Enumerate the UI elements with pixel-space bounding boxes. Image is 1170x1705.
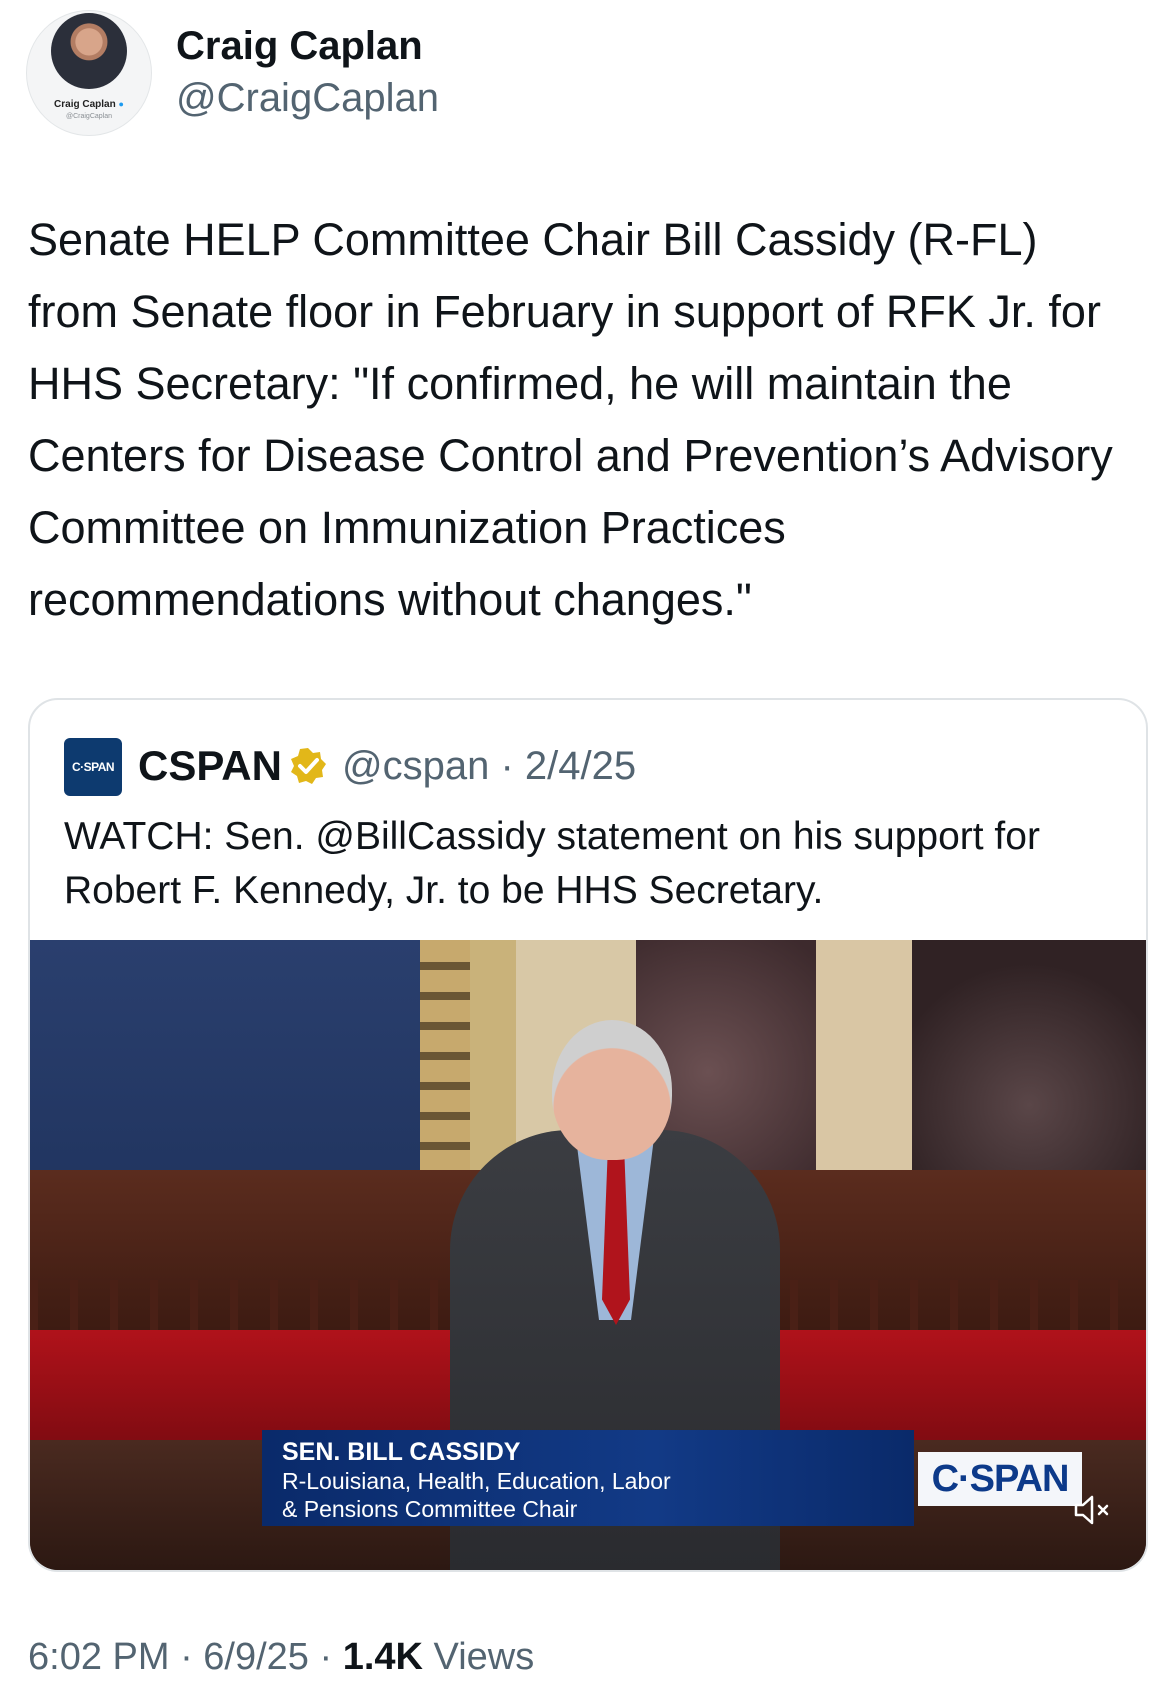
quoted-author-name[interactable]: CSPAN: [138, 742, 282, 790]
avatar-caption-name: Craig Caplan ●: [54, 99, 124, 110]
cspan-logo-bug: C·SPAN: [918, 1452, 1082, 1506]
avatar-caption-handle: @CraigCaplan: [65, 113, 113, 120]
cspan-avatar[interactable]: C·SPAN: [64, 738, 122, 796]
quoted-handle-date: @cspan · 2/4/25: [342, 744, 637, 788]
timestamp[interactable]: 6:02 PM · 6/9/25 ·: [28, 1636, 343, 1678]
quoted-tweet-card[interactable]: C·SPAN CSPAN @cspan · 2/4/25 WATCH: Sen.…: [28, 698, 1148, 1572]
video-player[interactable]: SEN. BILL CASSIDY R-Louisiana, Health, E…: [30, 940, 1146, 1570]
author-handle[interactable]: @CraigCaplan: [176, 76, 439, 121]
gold-verified-badge-icon: [291, 748, 326, 784]
views-count: 1.4K: [342, 1636, 423, 1678]
lower-third-title-line2: & Pensions Committee Chair: [282, 1496, 578, 1522]
video-bg-wall: [30, 940, 420, 1190]
video-lower-third: SEN. BILL CASSIDY R-Louisiana, Health, E…: [262, 1430, 914, 1526]
author-avatar[interactable]: Craig Caplan ● @CraigCaplan: [26, 10, 152, 136]
lower-third-title-line1: R-Louisiana, Health, Education, Labor: [282, 1468, 671, 1494]
mute-button[interactable]: [1064, 1488, 1120, 1532]
speaker-muted-icon: [1074, 1495, 1109, 1525]
video-bg-column: [470, 940, 516, 1170]
video-bg-greek-key: [420, 940, 470, 1170]
views-label: Views: [423, 1636, 535, 1678]
lower-third-name: SEN. BILL CASSIDY: [282, 1438, 521, 1466]
mini-verified-icon: ●: [118, 99, 124, 109]
author-name[interactable]: Craig Caplan: [176, 24, 423, 69]
tweet-meta-footer: 6:02 PM · 6/9/25 · 1.4K Views: [28, 1636, 534, 1679]
tweet-text: Senate HELP Committee Chair Bill Cassidy…: [28, 214, 1113, 625]
quoted-tweet-text: WATCH: Sen. @BillCassidy statement on hi…: [64, 815, 1040, 912]
avatar-photo: [51, 13, 127, 89]
senator-head: [552, 1020, 672, 1160]
